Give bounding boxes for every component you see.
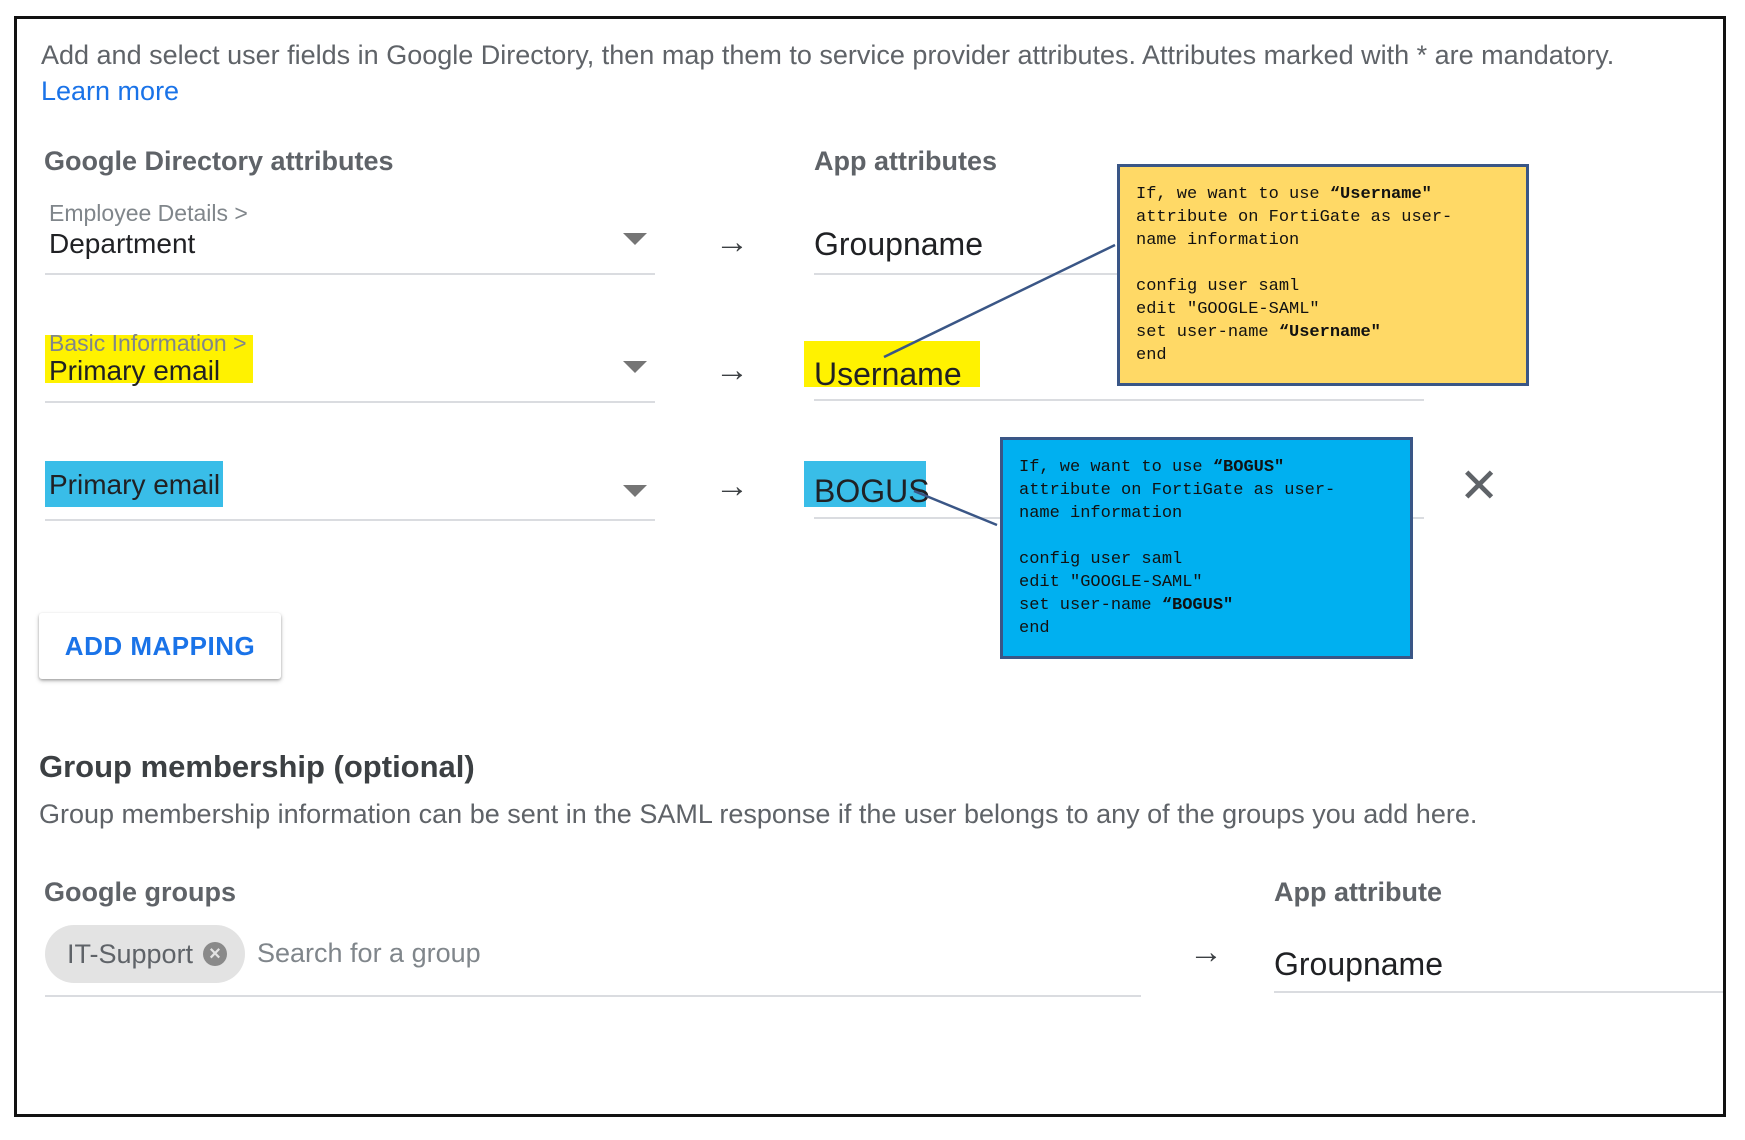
username-annotation-note: If, we want to use “Username" attribute … [1117, 164, 1529, 386]
select-category-label: Basic Information > [49, 330, 247, 356]
group-chip-label: IT-Support [67, 939, 194, 969]
group-search-input[interactable] [257, 933, 857, 973]
remove-chip-icon[interactable]: × [203, 942, 227, 966]
arrow-right-icon: → [715, 223, 749, 261]
arrow-right-icon: → [1189, 933, 1223, 971]
bogus-annotation-note: If, we want to use “BOGUS" attribute on … [1000, 437, 1413, 659]
app-attribute-header: App attribute [1274, 877, 1442, 907]
directory-attribute-select-2[interactable]: Basic Information > Primary email [45, 317, 655, 403]
add-mapping-button[interactable]: ADD MAPPING [39, 613, 281, 679]
group-chip[interactable]: IT-Support × [45, 925, 245, 983]
group-membership-description: Group membership information can be sent… [39, 799, 1478, 829]
google-directory-attributes-header: Google Directory attributes [44, 146, 394, 176]
chevron-down-icon [623, 233, 647, 245]
directory-attribute-select-1[interactable]: Employee Details > Department [45, 189, 655, 275]
select-category-label: Employee Details > [49, 200, 248, 226]
attribute-mapping-panel: Add and select user fields in Google Dir… [14, 16, 1726, 1117]
select-value: Primary email [49, 469, 221, 500]
arrow-right-icon: → [715, 351, 749, 389]
group-app-attribute-field[interactable]: Groupname [1274, 937, 1723, 993]
arrow-right-icon: → [715, 467, 749, 505]
group-membership-title: Group membership (optional) [39, 749, 475, 784]
close-icon[interactable]: ✕ [1459, 463, 1499, 511]
google-groups-header: Google groups [44, 877, 236, 907]
group-field-underline [45, 995, 1141, 997]
app-attribute-value: Groupname [814, 226, 983, 262]
learn-more-link[interactable]: Learn more [41, 73, 179, 109]
app-attribute-value: Username [814, 356, 962, 392]
chevron-down-icon [623, 485, 647, 497]
chevron-down-icon [623, 361, 647, 373]
select-value: Primary email [49, 355, 221, 386]
select-value: Department [49, 228, 196, 259]
intro-text: Add and select user fields in Google Dir… [41, 40, 1615, 70]
app-attribute-value: BOGUS [814, 473, 930, 509]
app-attribute-value: Groupname [1274, 946, 1443, 982]
directory-attribute-select-3[interactable]: Primary email [45, 461, 655, 521]
app-attributes-header: App attributes [814, 146, 998, 176]
